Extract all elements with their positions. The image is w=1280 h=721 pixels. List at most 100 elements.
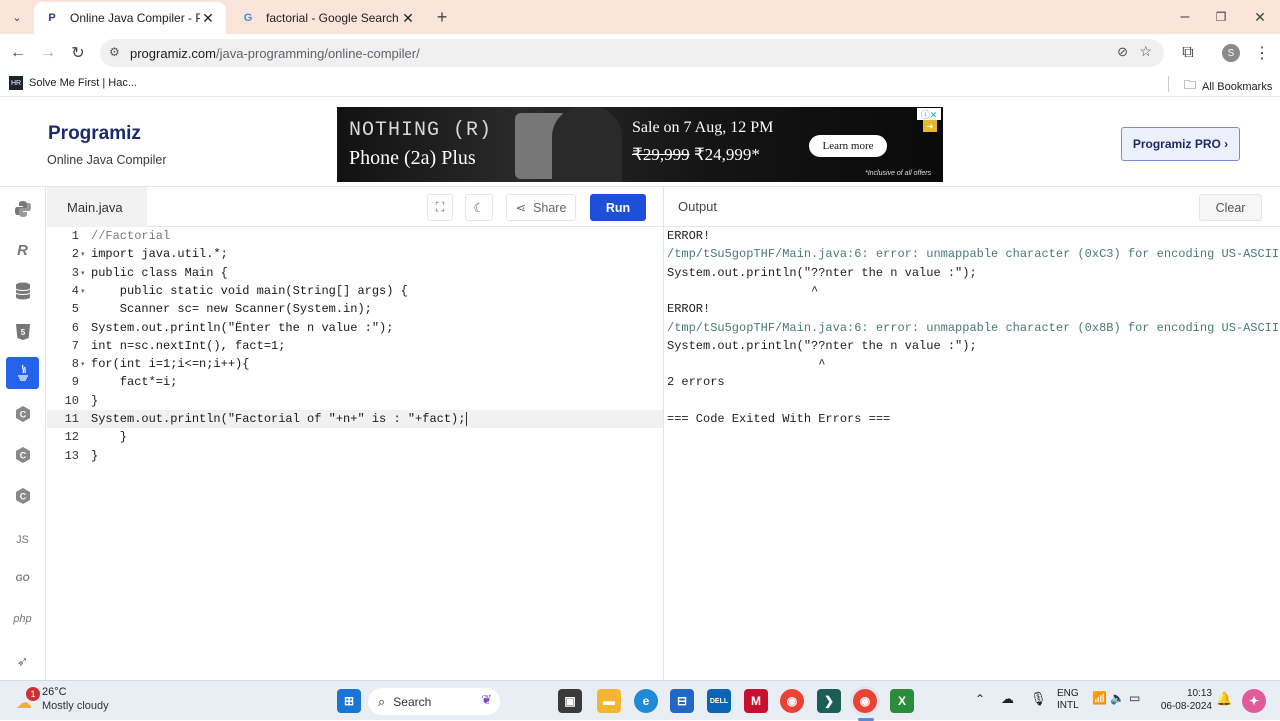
programiz-page: Programiz Online Java Compiler NOTHING (… [0, 96, 1280, 681]
profile-avatar[interactable]: S [1218, 40, 1244, 66]
c-icon[interactable]: C [6, 398, 39, 430]
code-line: 6 System.out.println("Ënter the n value :… [71, 321, 394, 335]
code-text: } [91, 394, 99, 408]
code-text: int n=sc.nextInt(), fact=1; [91, 339, 286, 353]
fold-icon[interactable]: ▾ [79, 360, 91, 369]
bookmark-item[interactable]: HR Solve Me First | Hac... [9, 76, 137, 90]
go-icon[interactable]: GO [6, 562, 39, 594]
php-icon[interactable]: php [6, 603, 39, 635]
site-header: Programiz Online Java Compiler NOTHING (… [0, 97, 1280, 187]
programiz-pro-button[interactable]: Programiz PRO › [1121, 127, 1240, 161]
dark-mode-icon[interactable]: ☾ [465, 194, 493, 221]
ad-close-icon[interactable]: ⓘ✕ [917, 108, 941, 120]
window-close-icon[interactable]: ✕ [1247, 4, 1273, 30]
cpp-icon[interactable]: C [6, 439, 39, 471]
avatar: S [1222, 44, 1240, 62]
new-tab-icon[interactable]: + [429, 4, 455, 30]
language-indicator[interactable]: ENG INTL [1057, 688, 1079, 712]
chrome-icon[interactable]: ◉ [780, 689, 804, 713]
database-icon[interactable] [6, 275, 39, 307]
battery-icon[interactable]: ▭ [1129, 691, 1140, 705]
code-text: } [91, 449, 99, 463]
excel-icon[interactable]: X [890, 689, 914, 713]
csharp-icon[interactable]: C [6, 480, 39, 512]
restore-icon[interactable]: ❐ [1208, 4, 1234, 30]
weather-widget[interactable]: ☁ 1 [14, 687, 40, 712]
minimize-icon[interactable]: – [1172, 4, 1198, 30]
tab-programiz[interactable]: P Online Java Compiler - Program ✕ [34, 2, 226, 34]
fold-icon[interactable]: ▾ [79, 287, 91, 296]
code-text: Scanner sc= new Scanner(System.in); [91, 302, 372, 316]
share-label: Share [533, 200, 567, 215]
ad-brand: NOTHING (R) [349, 119, 493, 142]
all-bookmarks[interactable]: 🗀 All Bookmarks [1184, 76, 1272, 97]
eye-off-icon[interactable]: ⊘ [1117, 44, 1128, 60]
onedrive-icon[interactable]: ☁ [1001, 691, 1014, 707]
wifi-icon[interactable]: 📶 [1092, 691, 1107, 705]
python-icon[interactable] [6, 193, 39, 225]
editor-header: Main.java ⛶ ☾ ⋖ Share Run [47, 187, 663, 227]
output-line: ERROR! [667, 302, 711, 316]
menu-icon[interactable]: ⋮ [1249, 40, 1275, 66]
code-line: 5 Scanner sc= new Scanner(System.in); [71, 302, 372, 316]
r-icon[interactable]: R [6, 234, 39, 266]
browser-toolbar: ← → ↻ ⚙ programiz.com/java-programming/o… [0, 34, 1280, 72]
code-text: for(int i=1;i<=n;i++){ [91, 357, 250, 371]
app-icon[interactable]: ❯ [817, 689, 841, 713]
taskbar-search[interactable]: ⌕ Search ❦ [368, 688, 500, 715]
back-icon[interactable]: ← [5, 40, 31, 66]
notification-bell-icon[interactable]: 🔔 [1216, 691, 1232, 707]
run-button[interactable]: Run [590, 194, 646, 221]
store-icon[interactable]: ⊟ [670, 689, 694, 713]
star-icon[interactable]: ☆ [1139, 43, 1152, 60]
language-sidebar: R 5 C C C JS GO php ➶ [0, 187, 46, 681]
chrome-profile-icon[interactable]: ◉ [853, 689, 877, 713]
logo[interactable]: Programiz [48, 123, 141, 145]
output-line: ^ [667, 284, 819, 298]
mcafee-icon[interactable]: M [744, 689, 768, 713]
clock[interactable]: 10:13 06-08-2024 [1150, 687, 1212, 713]
reload-icon[interactable]: ↻ [65, 40, 91, 66]
fullscreen-icon[interactable]: ⛶ [427, 194, 453, 221]
close-icon[interactable]: ✕ [200, 10, 216, 27]
address-bar[interactable]: ⚙ programiz.com/java-programming/online-… [100, 39, 1164, 67]
microphone-icon[interactable]: 🎙 [1030, 691, 1047, 707]
code-editor[interactable]: 1//Factorial 2 ▾ import java.util.*; 3 ▾ pub… [47, 227, 663, 681]
javascript-icon[interactable]: JS [6, 524, 39, 556]
output-error-line: /tmp/tSu5gopTHF/Main.java:6: error: unma… [667, 247, 1280, 261]
forward-icon[interactable]: → [35, 40, 61, 66]
dell-icon[interactable]: DELL [707, 689, 731, 713]
ad-banner[interactable]: NOTHING (R) Phone (2a) Plus Sale on 7 Au… [337, 107, 943, 182]
bookmark-label: Solve Me First | Hac... [29, 77, 137, 89]
swift-icon[interactable]: ➶ [6, 645, 39, 677]
java-icon[interactable] [6, 357, 39, 389]
html5-icon[interactable]: 5 [6, 316, 39, 348]
fold-icon[interactable]: ▾ [79, 250, 91, 259]
close-icon[interactable]: ✕ [400, 10, 416, 27]
share-button[interactable]: ⋖ Share [506, 194, 576, 221]
site-info-icon[interactable]: ⚙ [109, 45, 120, 59]
tray-chevron-icon[interactable]: ⌃ [975, 692, 985, 706]
fold-icon[interactable]: ▾ [79, 269, 91, 278]
tab-search-icon[interactable]: ⌄ [4, 4, 30, 30]
svg-text:C: C [19, 410, 26, 420]
weather-desc: Mostly cloudy [42, 700, 109, 712]
output-line: System.out.println("??nter the n value :… [667, 339, 977, 353]
clear-button[interactable]: Clear [1199, 194, 1262, 221]
search-highlight-icon: ❦ [481, 692, 492, 707]
tab-label: Online Java Compiler - Program [70, 11, 200, 25]
file-explorer-icon[interactable]: ▬ [597, 689, 621, 713]
volume-icon[interactable]: 🔈 [1110, 691, 1125, 705]
windows-start-icon[interactable]: ⊞ [337, 689, 361, 713]
extensions-icon[interactable]: ⧉ [1175, 40, 1201, 66]
output-error-line: /tmp/tSu5gopTHF/Main.java:6: error: unma… [667, 321, 1280, 335]
tab-google[interactable]: G factorial - Google Search ✕ [230, 2, 426, 34]
file-tab[interactable]: Main.java [47, 187, 147, 227]
task-view-icon[interactable]: ▣ [558, 689, 582, 713]
code-line: 12 } [64, 430, 128, 444]
edge-icon[interactable]: e [634, 689, 658, 713]
windows-taskbar: ☁ 1 26°C Mostly cloudy ⊞ ⌕ Search ❦ ▣ ▬ … [0, 680, 1280, 721]
pane-divider[interactable] [663, 187, 664, 681]
ad-cta-button[interactable]: Learn more [809, 135, 887, 157]
copilot-icon[interactable]: ✦ [1242, 689, 1266, 713]
